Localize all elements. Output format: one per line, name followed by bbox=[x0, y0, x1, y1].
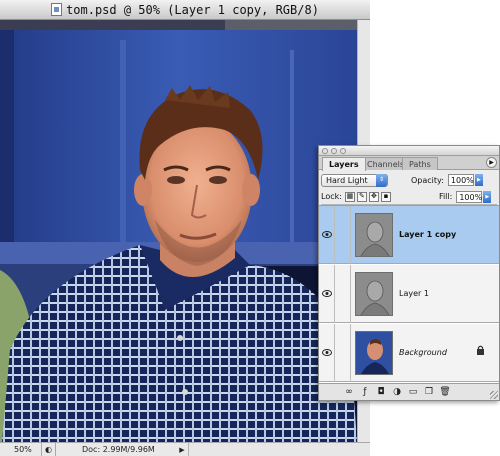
tab-paths[interactable]: Paths bbox=[402, 157, 438, 170]
layer-mask-icon[interactable]: ◘ bbox=[373, 385, 389, 400]
status-arrow-icon[interactable]: ▶ bbox=[176, 443, 188, 456]
status-menu-icon[interactable]: ◐ bbox=[42, 443, 56, 456]
document-titlebar[interactable]: tom.psd @ 50% (Layer 1 copy, RGB/8) bbox=[0, 0, 370, 20]
document-title: tom.psd @ 50% (Layer 1 copy, RGB/8) bbox=[66, 2, 319, 17]
tab-layers[interactable]: Layers bbox=[322, 157, 366, 171]
layer-name: Layer 1 bbox=[399, 289, 429, 298]
palette-bottom-bar: ∞ ƒ ◘ ◑ ▭ ❐ 🗑 bbox=[319, 383, 499, 400]
palette-tabs: Layers Channels Paths ▶ bbox=[319, 156, 499, 171]
layer-style-icon[interactable]: ƒ bbox=[357, 385, 373, 400]
document-status-bar: 50% ◐ Doc: 2.99M/9.96M ▶ bbox=[0, 442, 370, 456]
adjustment-layer-icon[interactable]: ◑ bbox=[389, 385, 405, 400]
eye-visibility-icon[interactable] bbox=[319, 323, 335, 382]
link-layers-icon[interactable]: ∞ bbox=[341, 385, 357, 400]
opacity-label: Opacity: bbox=[411, 175, 444, 185]
layer-row-layer-1[interactable]: Layer 1 bbox=[319, 264, 499, 323]
horizontal-scrollbar[interactable] bbox=[188, 443, 370, 456]
new-group-folder-icon[interactable]: ▭ bbox=[405, 385, 421, 400]
lock-transparency-icon[interactable]: ▦ bbox=[344, 191, 355, 202]
palette-titlebar[interactable] bbox=[319, 146, 499, 156]
lock-position-move-icon[interactable]: ✥ bbox=[368, 191, 379, 202]
fill-label: Fill: bbox=[438, 192, 453, 201]
layer-row-background[interactable]: Background bbox=[319, 323, 499, 382]
trash-delete-layer-icon[interactable]: 🗑 bbox=[437, 385, 453, 400]
chevron-updown-icon: ⇕ bbox=[376, 173, 387, 187]
layer-link-cell[interactable] bbox=[335, 323, 351, 382]
palette-menu-icon[interactable]: ▶ bbox=[486, 157, 497, 168]
blend-mode-value: Hard Light bbox=[326, 175, 368, 185]
layers-palette: Layers Channels Paths ▶ Hard Light ⇕ Opa… bbox=[318, 145, 500, 401]
close-dot-icon[interactable] bbox=[322, 148, 328, 154]
minimize-dot-icon[interactable] bbox=[331, 148, 337, 154]
lock-all-icon[interactable]: ▪ bbox=[380, 191, 391, 202]
doc-size-info: Doc: 2.99M/9.96M bbox=[82, 445, 155, 454]
document-window: tom.psd @ 50% (Layer 1 copy, RGB/8) 50% … bbox=[0, 0, 370, 456]
new-layer-icon[interactable]: ❐ bbox=[421, 385, 437, 400]
lock-image-brush-icon[interactable]: ✎ bbox=[356, 191, 367, 202]
layer-name: Background bbox=[399, 348, 447, 357]
fill-field[interactable]: 100% bbox=[456, 190, 483, 203]
zoom-field[interactable]: 50% bbox=[0, 443, 42, 456]
image-canvas[interactable] bbox=[0, 20, 357, 442]
fill-slider-arrow-icon[interactable]: ▶ bbox=[483, 190, 492, 203]
layer-thumbnail bbox=[355, 271, 393, 316]
layer-name: Layer 1 copy bbox=[399, 230, 457, 239]
layer-thumbnail bbox=[355, 330, 393, 375]
lock-label: Lock: bbox=[321, 192, 342, 201]
layers-list: Layer 1 copy Layer 1 Background bbox=[319, 205, 499, 385]
layer-thumbnail bbox=[355, 212, 393, 257]
eye-visibility-icon[interactable] bbox=[319, 264, 335, 323]
layer-row-layer-1-copy[interactable]: Layer 1 copy bbox=[319, 205, 499, 264]
layer-link-cell[interactable] bbox=[335, 205, 351, 264]
blend-mode-select[interactable]: Hard Light ⇕ bbox=[321, 173, 388, 187]
zoom-dot-icon[interactable] bbox=[340, 148, 346, 154]
layer-link-cell[interactable] bbox=[335, 264, 351, 323]
photo-image bbox=[0, 20, 357, 442]
layer-lock-icon bbox=[477, 345, 484, 355]
opacity-field[interactable]: 100% bbox=[447, 174, 474, 186]
resize-grip-icon[interactable] bbox=[490, 391, 498, 399]
opacity-slider-arrow-icon[interactable]: ▶ bbox=[474, 174, 483, 186]
eye-visibility-icon[interactable] bbox=[319, 205, 335, 264]
psd-file-icon bbox=[51, 3, 63, 16]
